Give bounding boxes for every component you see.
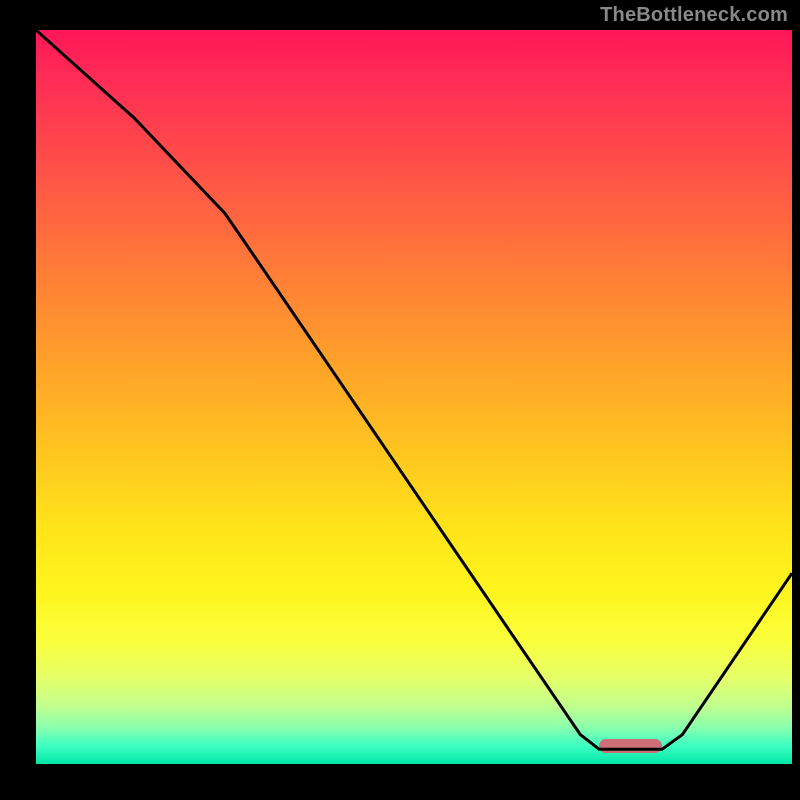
axis-bottom [0, 764, 800, 800]
bottleneck-curve [36, 30, 792, 764]
curve-path [36, 30, 792, 749]
plot-area [36, 30, 792, 764]
watermark-text: TheBottleneck.com [600, 4, 788, 27]
frame-right [792, 0, 800, 800]
axis-left [0, 0, 36, 800]
